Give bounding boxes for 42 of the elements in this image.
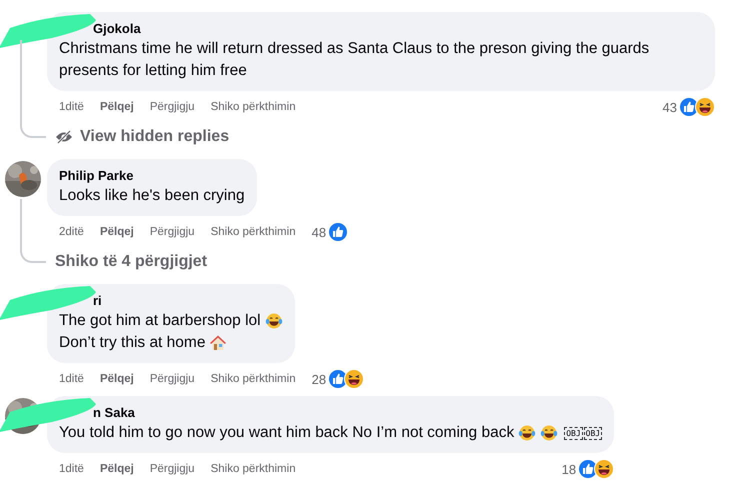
object-field: OBJ — [584, 426, 602, 440]
translation-link[interactable]: Shiko përkthimin — [210, 226, 296, 238]
author-name[interactable]: ri — [93, 292, 102, 309]
like-link[interactable]: Pëlqej — [100, 101, 134, 113]
replies-link[interactable]: Shiko të 4 përgjigjet — [55, 249, 208, 275]
author-name[interactable]: Gjokola — [93, 20, 141, 37]
reaction-count[interactable]: 48 — [312, 224, 326, 240]
replies-link[interactable]: View hidden replies — [55, 124, 230, 150]
like-link[interactable]: Pëlqej — [100, 226, 134, 238]
object-field: OBJ — [564, 426, 583, 440]
like-reaction-icon — [328, 222, 348, 242]
comment-text: You told him to go now you want him back No I’m not coming back — [59, 423, 514, 443]
laughing-tears-icon — [540, 424, 558, 442]
author-name[interactable]: n Saka — [93, 404, 135, 421]
comment-text: Don’t try this at home — [59, 333, 206, 353]
house-icon — [209, 334, 228, 352]
reaction-count[interactable]: 18 — [562, 462, 576, 476]
reply-link[interactable]: Përgjigju — [150, 463, 195, 475]
reaction-count[interactable]: 28 — [312, 372, 326, 386]
reaction-count[interactable]: 43 — [662, 100, 677, 114]
translation-link[interactable]: Shiko përkthimin — [210, 373, 296, 385]
reply-link[interactable]: Përgjigju — [150, 101, 195, 113]
comment-text: The got him at barbershop lol — [59, 311, 261, 331]
reply-link[interactable]: Përgjigju — [150, 373, 195, 385]
thread-line — [20, 199, 46, 263]
laughing-tears-icon — [518, 424, 536, 442]
laughing-tears-icon — [264, 312, 283, 330]
translation-link[interactable]: Shiko përkthimin — [210, 101, 296, 113]
laughing-face-icon — [594, 459, 614, 479]
comment-time[interactable]: 1ditë — [59, 463, 84, 475]
translation-link[interactable]: Shiko përkthimin — [210, 463, 296, 475]
reply-link[interactable]: Përgjigju — [150, 226, 195, 238]
laughing-face-icon — [695, 97, 715, 117]
comment-text: Christmans time he will return dressed as Santa Claus to the preson giving the guards presents for letting him free — [59, 39, 650, 81]
comment-time[interactable]: 2ditë — [59, 226, 84, 238]
like-link[interactable]: Pëlqej — [100, 373, 134, 385]
like-link[interactable]: Pëlqej — [100, 463, 134, 475]
comment-time[interactable]: 1ditë — [59, 373, 84, 385]
author-name[interactable]: Philip Parke — [59, 167, 134, 184]
laughing-face-icon — [344, 369, 364, 389]
comment-time[interactable]: 1ditë — [59, 101, 84, 113]
comment-text: Looks like he's been crying — [59, 186, 245, 206]
